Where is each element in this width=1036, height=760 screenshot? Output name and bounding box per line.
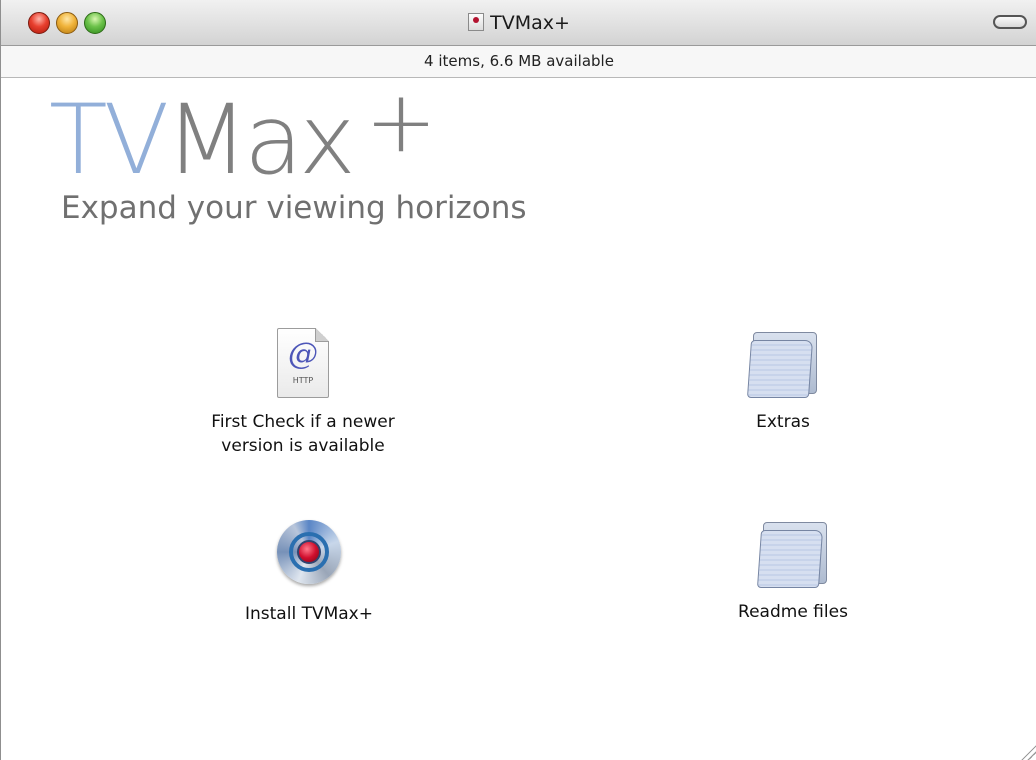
icon-container	[271, 520, 347, 596]
install-tvmax-item[interactable]: Install TVMax+	[199, 520, 419, 626]
icon-container	[755, 518, 831, 594]
logo-plus-text: +	[365, 72, 437, 172]
folder-front	[746, 340, 814, 398]
status-bar: 4 items, 6.6 MB available	[1, 46, 1036, 78]
item-label: Readme files	[738, 602, 848, 622]
logo-tagline: Expand your viewing horizons	[61, 190, 527, 226]
installer-icon[interactable]	[277, 520, 341, 584]
tvmax-logo: TVMax +	[49, 79, 437, 190]
extras-folder-item[interactable]: Extras	[701, 328, 865, 434]
item-label: Extras	[756, 412, 810, 432]
first-check-link-item[interactable]: @ HTTP First Check if a newer version is…	[191, 328, 415, 458]
toolbar-toggle-button[interactable]	[993, 15, 1027, 29]
folder-front	[756, 530, 824, 588]
icon-container: @ HTTP	[265, 328, 341, 404]
window-title-container: TVMax+	[1, 11, 1036, 35]
http-document-icon[interactable]: @ HTTP	[277, 328, 329, 398]
icon-container	[745, 328, 821, 404]
item-label: Install TVMax+	[245, 604, 373, 624]
at-symbol: @	[288, 337, 318, 372]
title-bar[interactable]: TVMax+	[1, 0, 1036, 46]
finder-window: TVMax+ 4 items, 6.6 MB available TVMax + …	[0, 0, 1036, 760]
http-caption: HTTP	[292, 376, 314, 385]
item-label-line2: version is available	[221, 436, 385, 456]
logo-tv-text: TV	[49, 84, 169, 196]
resize-grip-icon[interactable]	[1017, 740, 1036, 760]
item-label-line1: First Check if a newer	[211, 412, 395, 432]
installer-core	[297, 540, 321, 564]
disk-image-icon[interactable]	[468, 13, 485, 31]
folder-icon[interactable]	[756, 522, 829, 588]
window-title: TVMax+	[490, 12, 570, 34]
readme-folder-item[interactable]: Readme files	[701, 518, 885, 624]
logo-max-text: Max	[165, 84, 355, 196]
folder-icon[interactable]	[746, 332, 819, 398]
window-content: TVMax + Expand your viewing horizons @ HT…	[1, 78, 1036, 760]
